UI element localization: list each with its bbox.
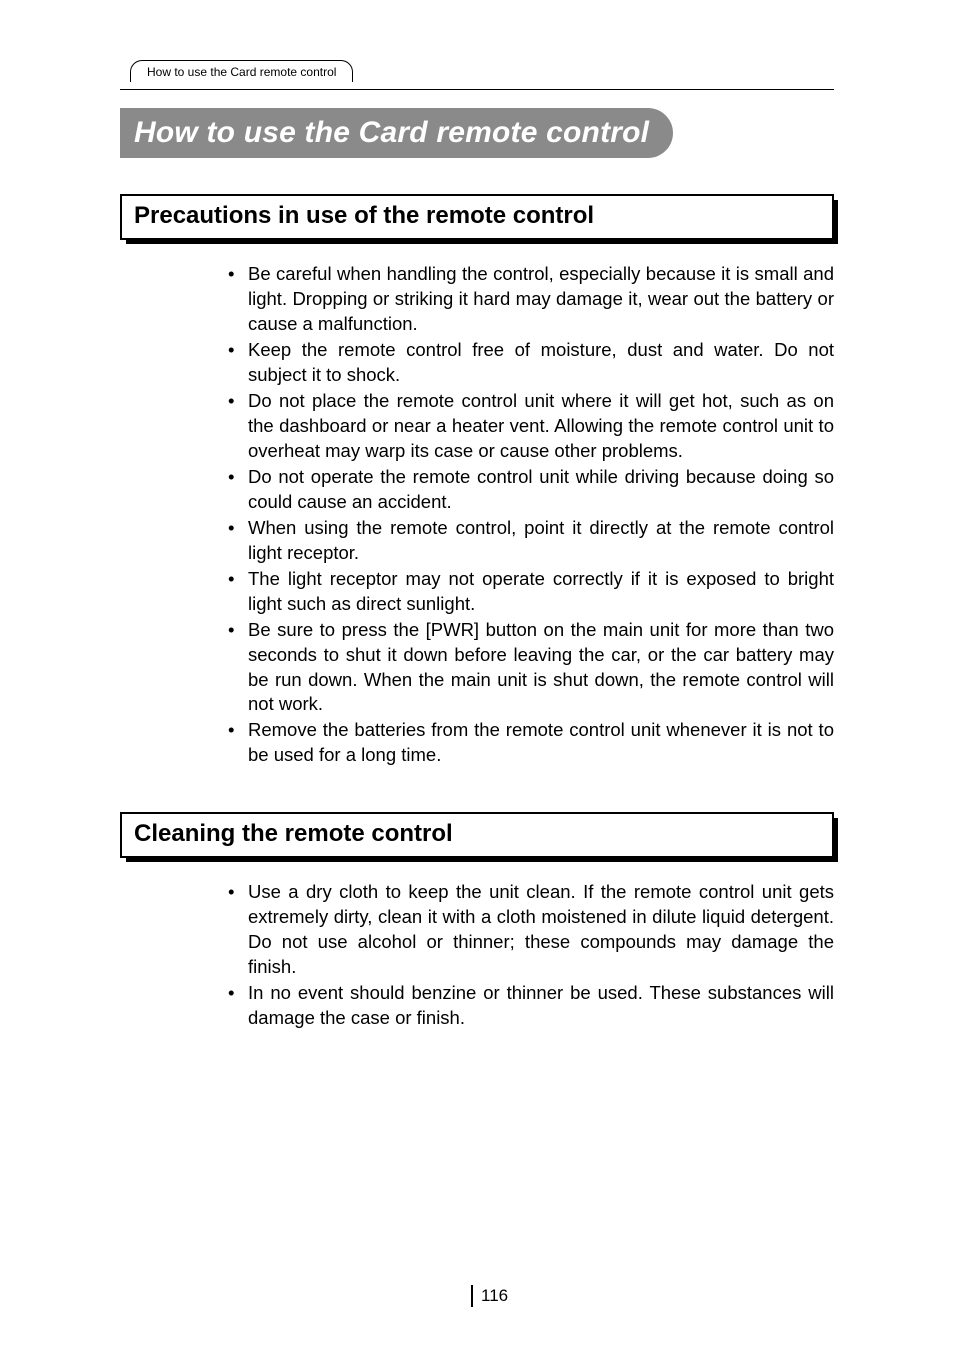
page-title: How to use the Card remote control	[120, 108, 673, 158]
section-heading: Cleaning the remote control	[134, 820, 820, 848]
breadcrumb-tab: How to use the Card remote control	[130, 60, 353, 82]
list-item: When using the remote control, point it …	[228, 516, 834, 566]
list-item: In no event should benzine or thinner be…	[228, 981, 834, 1031]
breadcrumb-underline	[120, 89, 834, 90]
section-heading-box: Precautions in use of the remote control	[120, 194, 834, 240]
list-item: Keep the remote control free of moisture…	[228, 338, 834, 388]
bullet-list: Use a dry cloth to keep the unit clean. …	[120, 880, 834, 1031]
page-title-text: How to use the Card remote control	[134, 116, 649, 149]
list-item: Remove the batteries from the remote con…	[228, 718, 834, 768]
list-item: Be sure to press the [PWR] button on the…	[228, 618, 834, 718]
bullet-list: Be careful when handling the control, es…	[120, 262, 834, 768]
breadcrumb-tab-label: How to use the Card remote control	[147, 65, 336, 79]
list-item: Do not place the remote control unit whe…	[228, 389, 834, 464]
list-item: Do not operate the remote control unit w…	[228, 465, 834, 515]
section-heading: Precautions in use of the remote control	[134, 202, 820, 230]
breadcrumb-tab-container: How to use the Card remote control	[120, 60, 834, 90]
section-cleaning: Cleaning the remote control Use a dry cl…	[120, 812, 834, 1031]
list-item: Use a dry cloth to keep the unit clean. …	[228, 880, 834, 980]
list-item: Be careful when handling the control, es…	[228, 262, 834, 337]
list-item: The light receptor may not operate corre…	[228, 567, 834, 617]
section-heading-box: Cleaning the remote control	[120, 812, 834, 858]
section-precautions: Precautions in use of the remote control…	[120, 194, 834, 768]
page-number: 116	[471, 1285, 508, 1307]
